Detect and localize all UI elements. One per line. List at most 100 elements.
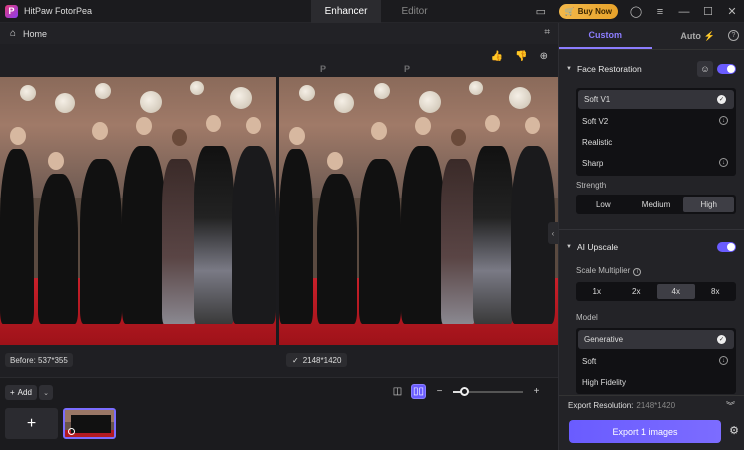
zoom-in-icon[interactable]: ⊕ [540,51,548,62]
close-icon[interactable]: ✕ [720,0,744,23]
scale-4x[interactable]: 4x [657,284,695,299]
plus-icon: + [10,388,15,397]
help-icon[interactable]: ? [728,30,739,41]
home-icon[interactable]: ⌂ [10,28,16,39]
titlebar-controls: ▭ 🛒 Buy Now ◯ ≡ — ☐ ✕ [529,0,744,23]
upscale-model-list: Generative ✓ Soft ↓ High Fidelity [576,328,736,394]
upscale-model-soft[interactable]: Soft ↓ [576,351,736,372]
home-link[interactable]: Home [23,29,47,39]
before-image[interactable] [0,77,276,345]
app-logo-icon: P [5,4,18,18]
watermark-icon: P [404,64,411,74]
list-item-label: Sharp [582,159,604,168]
list-item-label: Soft V1 [584,95,611,104]
upscale-model-generative[interactable]: Generative ✓ [578,330,734,349]
view-controls: ◫ ▯▯ − + [390,384,544,399]
strength-high[interactable]: High [683,197,735,212]
export-resolution: Export Resolution: 2148*1420 [568,401,675,410]
tab-custom[interactable]: Custom [559,23,652,49]
scale-1x[interactable]: 1x [578,284,616,299]
export-footer: Export Resolution: 2148*1420 ︾ Export 1 i… [559,395,744,450]
ai-upscale-toggle[interactable] [717,242,736,252]
model-label: Model [576,313,598,322]
strength-medium[interactable]: Medium [631,197,682,212]
app-title: HitPaw FotorPea [24,6,93,16]
scale-2x[interactable]: 2x [618,284,656,299]
face-model-soft-v1[interactable]: Soft V1 ✓ [578,90,734,109]
face-restoration-header[interactable]: ▼ Face Restoration ☺ [559,59,744,79]
before-resolution-badge: Before: 537*355 [5,353,73,367]
list-item-label: Soft V2 [582,117,609,126]
minimize-icon[interactable]: — [672,0,696,23]
zoom-in-icon[interactable]: + [529,384,544,399]
export-button[interactable]: Export 1 images [569,420,721,443]
upscale-model-high-fidelity[interactable]: High Fidelity [576,372,736,393]
list-item-label: High Fidelity [582,378,627,387]
face-restoration-toggle[interactable] [717,64,736,74]
check-icon: ✓ [717,335,726,344]
list-item-label: Soft [582,357,597,366]
download-icon[interactable]: ↓ [719,116,728,125]
zoom-out-icon[interactable]: − [432,384,447,399]
menu-icon[interactable]: ≡ [648,0,672,23]
face-model-list: Soft V1 ✓ Soft V2 ↓ Realistic Sharp ↓ [576,88,736,176]
plus-icon: + [26,414,37,432]
strength-low[interactable]: Low [578,197,629,212]
export-resolution-label: Export Resolution: [568,401,634,410]
add-image-tile[interactable]: + [5,408,58,439]
info-icon[interactable]: i [633,268,642,276]
face-icon[interactable]: ☺ [697,61,713,77]
thumbs-up-icon[interactable]: 👍 [491,51,503,62]
list-item-label: Generative [584,335,624,344]
top-tabs: Enhancer Editor [311,0,448,23]
tab-enhancer[interactable]: Enhancer [311,0,381,23]
account-icon[interactable]: ◯ [624,0,648,23]
crop-icon[interactable]: ⌗ [544,27,550,38]
preview-canvas: 👍 👎 ⊕ P P ‹ Before: 537*355 ✓ 2148*1420 [0,44,558,377]
ai-upscale-header[interactable]: ▼ AI Upscale [559,237,744,257]
message-icon[interactable]: ▭ [529,0,553,23]
face-model-soft-v2[interactable]: Soft V2 ↓ [576,111,736,132]
add-label: Add [17,388,32,397]
thumbnail-check-icon[interactable] [68,428,75,435]
main-area: ⌂ Home ⌗ 👍 👎 ⊕ P P ‹ Before: 537*355 ✓ 2… [0,23,558,450]
zoom-slider[interactable] [453,386,523,396]
download-icon[interactable]: ↓ [719,158,728,167]
buy-now-label: Buy Now [577,7,612,16]
bottom-bar: + Add ⌄ ◫ ▯▯ − + + [0,377,558,450]
add-button[interactable]: + Add [5,385,37,400]
double-chevron-down-icon[interactable]: ︾ [726,399,735,412]
title-bar: P HitPaw FotorPea Enhancer Editor ▭ 🛒 Bu… [0,0,744,23]
image-thumbnail[interactable] [63,408,116,439]
zoom-slider-handle[interactable] [459,386,469,396]
gear-icon[interactable]: ⚙ [729,424,739,437]
caret-down-icon: ▼ [566,244,572,250]
cart-icon: 🛒 [564,7,575,16]
check-icon: ✓ [717,95,726,104]
split-view-icon[interactable]: ◫ [390,384,405,399]
collapse-panel-chevron-icon[interactable]: ‹ [548,222,558,244]
tab-editor[interactable]: Editor [381,0,448,23]
scale-selector: 1x 2x 4x 8x [576,282,736,301]
scale-multiplier-text: Scale Multiplier [576,266,631,275]
panel-tabs: Custom Auto ⚡ ? [559,23,744,50]
face-model-sharp[interactable]: Sharp ↓ [576,153,736,174]
list-item-label: Realistic [582,138,613,147]
after-resolution-badge: ✓ 2148*1420 [286,353,348,367]
face-restoration-title: Face Restoration [576,64,642,74]
buy-now-button[interactable]: 🛒 Buy Now [558,4,618,19]
settings-panel: Custom Auto ⚡ ? ▼ Face Restoration ☺ Sof… [558,23,744,450]
face-model-realistic[interactable]: Realistic [576,132,736,153]
section-divider [559,229,744,230]
after-image[interactable] [279,77,558,345]
side-by-side-view-icon[interactable]: ▯▯ [411,384,426,399]
caret-down-icon: ▼ [566,66,572,72]
thumbs-down-icon[interactable]: 👎 [515,51,527,62]
maximize-icon[interactable]: ☐ [696,0,720,23]
scale-multiplier-label: Scale Multiplier i [576,266,642,276]
download-icon[interactable]: ↓ [719,356,728,365]
scale-8x[interactable]: 8x [697,284,735,299]
tab-auto-label: Auto [680,31,701,41]
add-dropdown-chevron-icon[interactable]: ⌄ [39,385,53,400]
lightning-icon: ⚡ [703,30,716,41]
